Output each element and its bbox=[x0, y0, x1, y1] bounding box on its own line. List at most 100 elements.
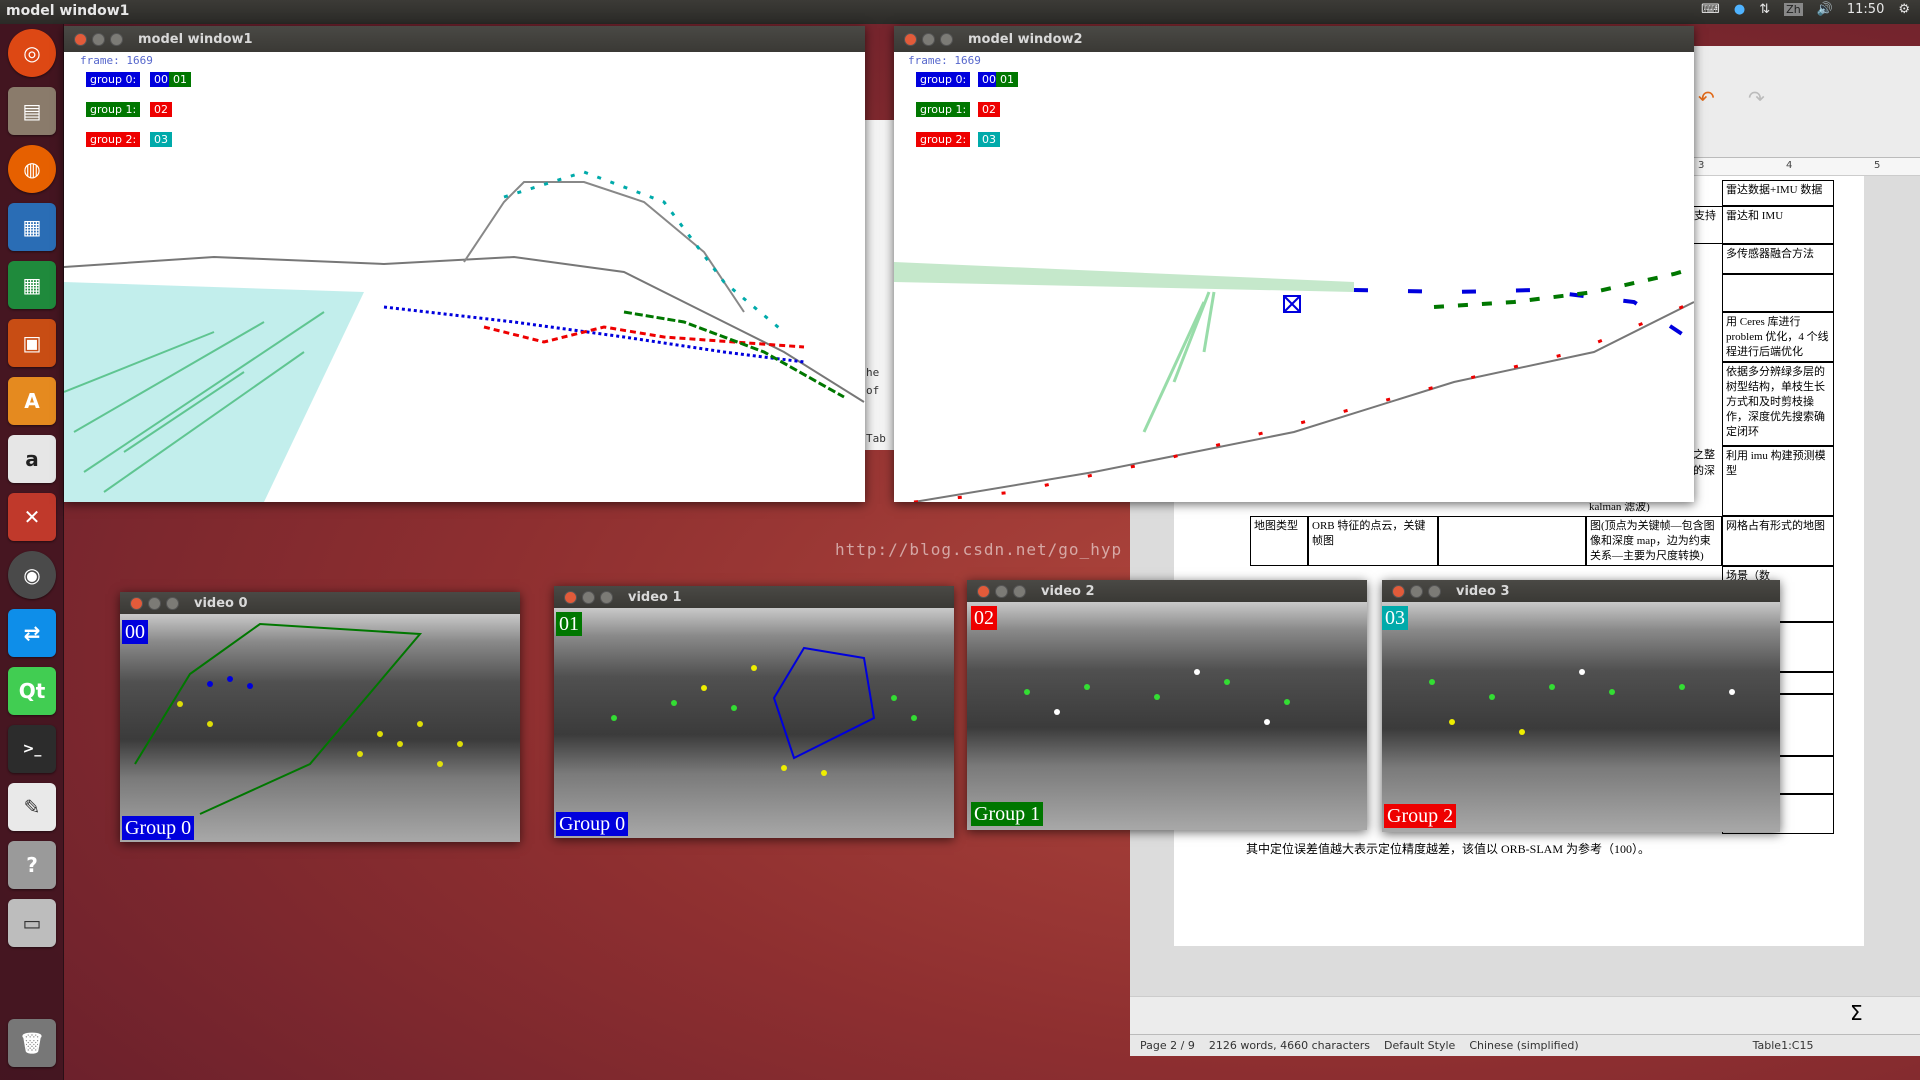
maximize-button[interactable] bbox=[166, 596, 179, 610]
sum-icon[interactable]: Σ bbox=[1850, 1001, 1863, 1025]
trash-icon[interactable]: 🗑 bbox=[8, 1019, 56, 1067]
close-button[interactable] bbox=[130, 596, 143, 610]
window-title: model window1 bbox=[138, 31, 253, 47]
input-method-indicator[interactable]: Zh bbox=[1784, 3, 1803, 16]
teamviewer-icon[interactable]: ⇄ bbox=[8, 609, 56, 657]
settings-icon[interactable]: ✕ bbox=[8, 493, 56, 541]
maximize-button[interactable] bbox=[1428, 584, 1441, 598]
close-button[interactable] bbox=[977, 584, 990, 598]
terminal-icon[interactable]: >_ bbox=[8, 725, 56, 773]
minimize-button[interactable] bbox=[1410, 584, 1423, 598]
table-cell[interactable] bbox=[1722, 274, 1834, 312]
active-window-title: model window1 bbox=[6, 3, 130, 19]
firefox-icon[interactable]: ◍ bbox=[8, 145, 56, 193]
page-indicator[interactable]: Page 2 / 9 bbox=[1140, 1039, 1195, 1052]
table-cell[interactable]: 雷达数据+IMU 数据 bbox=[1722, 180, 1834, 206]
minimize-button[interactable] bbox=[92, 32, 105, 46]
skype-icon[interactable]: ● bbox=[1734, 2, 1745, 17]
title-bar[interactable]: video 0 bbox=[120, 592, 520, 614]
close-button[interactable] bbox=[74, 32, 87, 46]
group-0-label: group 0: bbox=[86, 72, 141, 87]
qt-icon[interactable]: Qt bbox=[8, 667, 56, 715]
disk-icon[interactable]: ▭ bbox=[8, 899, 56, 947]
table-cell[interactable]: 用 Ceres 库进行 problem 优化，4 个线程进行后端优化 bbox=[1722, 312, 1834, 362]
model-window-2[interactable]: model window2 frame: 1669 group 0: 00 01… bbox=[894, 26, 1694, 502]
eye-icon[interactable]: ◉ bbox=[8, 551, 56, 599]
group-0-label: group 0: bbox=[916, 72, 971, 87]
table-cell[interactable]: 多传感器融合方法 bbox=[1722, 244, 1834, 274]
close-button[interactable] bbox=[564, 590, 577, 604]
title-bar[interactable]: video 3 bbox=[1382, 580, 1780, 602]
table-cell[interactable]: 依据多分辨绿多层的树型结构，单枝生长方式和及时剪枝操作，深度优先搜索确定闭环 bbox=[1722, 362, 1834, 446]
close-button[interactable] bbox=[904, 32, 917, 46]
camera-frame: 01 Group 0 bbox=[554, 608, 954, 838]
title-bar[interactable]: video 2 bbox=[967, 580, 1367, 602]
impress-icon[interactable]: ▣ bbox=[8, 319, 56, 367]
table-cell[interactable]: 图(顶点为关键帧—包含图像和深度 map，边为约束关系—主要为尺度转换) bbox=[1586, 516, 1722, 566]
model-window-1[interactable]: model window1 frame: 1669 group 0: 00 01… bbox=[64, 26, 865, 502]
frame-counter: frame: 1669 bbox=[908, 54, 981, 67]
gear-icon[interactable]: ⚙ bbox=[1898, 2, 1910, 17]
help-icon[interactable]: ? bbox=[8, 841, 56, 889]
video-window-2[interactable]: video 2 02 Group 1 bbox=[967, 580, 1367, 830]
table-cell[interactable]: 网格占有形式的地图 bbox=[1722, 516, 1834, 566]
keyboard-icon[interactable]: ⌨ bbox=[1701, 2, 1720, 17]
redo-icon[interactable]: ↷ bbox=[1748, 86, 1765, 110]
minimize-button[interactable] bbox=[148, 596, 161, 610]
feature-overlay bbox=[1024, 669, 1290, 725]
volume-icon[interactable]: 🔊 bbox=[1817, 2, 1833, 17]
maximize-button[interactable] bbox=[110, 32, 123, 46]
trajectory-blue bbox=[383, 305, 805, 364]
terminal-text: of bbox=[866, 384, 880, 397]
group-1-id-02: 02 bbox=[978, 102, 1000, 117]
network-icon[interactable]: ⇅ bbox=[1759, 2, 1770, 17]
maximize-button[interactable] bbox=[1013, 584, 1026, 598]
calc-icon[interactable]: ▦ bbox=[8, 261, 56, 309]
amazon-icon[interactable]: a bbox=[8, 435, 56, 483]
text-editor-icon[interactable]: ✎ bbox=[8, 783, 56, 831]
camera-frame: 00 Group 0 bbox=[120, 614, 520, 842]
language[interactable]: Chinese (simplified) bbox=[1469, 1039, 1578, 1052]
trajectory-view-2[interactable] bbox=[894, 52, 1694, 502]
table-cell[interactable] bbox=[1438, 516, 1586, 566]
maximize-button[interactable] bbox=[940, 32, 953, 46]
camera-frame: 03 Group 2 bbox=[1382, 602, 1780, 832]
table-cell[interactable]: 雷达和 IMU bbox=[1722, 206, 1834, 244]
close-button[interactable] bbox=[1392, 584, 1405, 598]
group-1-id-02: 02 bbox=[150, 102, 172, 117]
software-center-icon[interactable]: A bbox=[8, 377, 56, 425]
ubuntu-icon[interactable]: ◎ bbox=[8, 29, 56, 77]
writer-icon[interactable]: ▦ bbox=[8, 203, 56, 251]
table-caption[interactable]: 其中定位误差值越大表示定位精度越差，该值以 ORB-SLAM 为参考（100）。 bbox=[1246, 840, 1650, 857]
minimize-button[interactable] bbox=[922, 32, 935, 46]
video-window-0[interactable]: video 0 00 Group 0 bbox=[120, 592, 520, 842]
title-bar[interactable]: model window2 bbox=[894, 26, 1694, 52]
table-cell[interactable]: 的深 bbox=[1690, 462, 1722, 480]
maximize-button[interactable] bbox=[600, 590, 613, 604]
camera-id-label: 01 bbox=[556, 612, 582, 636]
top-menu-bar: model window1 ⌨ ● ⇅ Zh 🔊 11:50 ⚙ bbox=[0, 0, 1920, 24]
camera-group-label: Group 0 bbox=[122, 816, 195, 840]
video-window-1[interactable]: video 1 01 Group 0 bbox=[554, 586, 954, 838]
group-0-id-01: 01 bbox=[169, 72, 191, 87]
group-2-id-03: 03 bbox=[150, 132, 172, 147]
table-cell[interactable]: 利用 imu 构建预测模型 bbox=[1722, 446, 1834, 516]
group-2-label: group 2: bbox=[86, 132, 141, 147]
window-title: video 3 bbox=[1456, 583, 1510, 599]
clock[interactable]: 11:50 bbox=[1847, 2, 1884, 17]
table-cell[interactable]: ORB 特征的点云，关键帧图 bbox=[1308, 516, 1438, 566]
undo-icon[interactable]: ↶ bbox=[1698, 86, 1715, 110]
watermark: http://blog.csdn.net/go_hyp bbox=[835, 540, 1123, 559]
table-cell[interactable]: 支持 bbox=[1690, 206, 1722, 244]
trajectory-view-1[interactable] bbox=[64, 52, 865, 502]
video-window-3[interactable]: video 3 03 Group 2 bbox=[1382, 580, 1780, 832]
title-bar[interactable]: model window1 bbox=[64, 26, 865, 52]
table-cell[interactable]: 地图类型 bbox=[1250, 516, 1308, 566]
trajectory-green bbox=[1433, 266, 1694, 309]
page-style[interactable]: Default Style bbox=[1384, 1039, 1455, 1052]
minimize-button[interactable] bbox=[995, 584, 1008, 598]
files-icon[interactable]: ▤ bbox=[8, 87, 56, 135]
word-count[interactable]: 2126 words, 4660 characters bbox=[1209, 1039, 1370, 1052]
minimize-button[interactable] bbox=[582, 590, 595, 604]
title-bar[interactable]: video 1 bbox=[554, 586, 954, 608]
